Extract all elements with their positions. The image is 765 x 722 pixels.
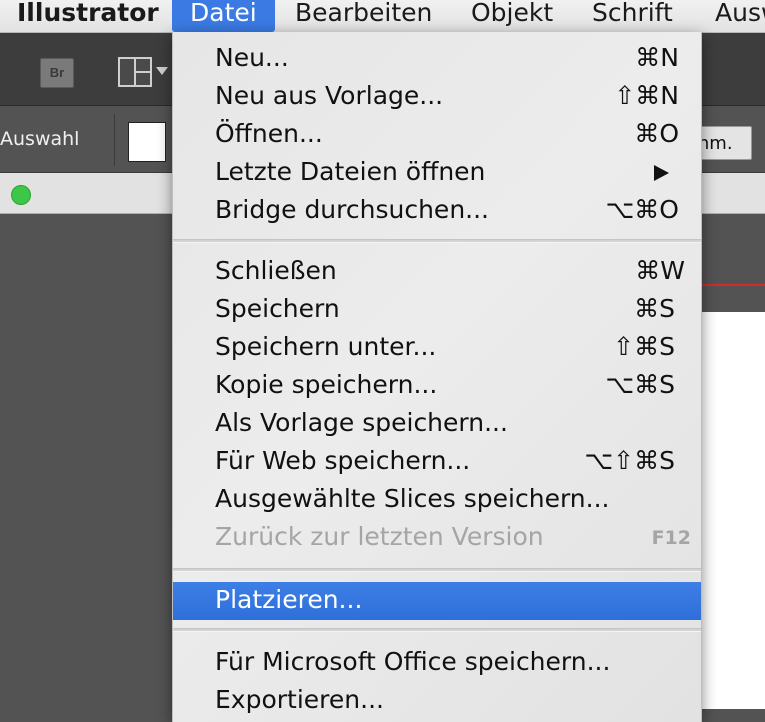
menu-item-label: Für Web speichern... — [215, 446, 471, 475]
divider — [114, 114, 115, 166]
menu-item-zurueck-letzte-version: Zurück zur letzten Version F12 — [173, 519, 701, 557]
menu-item-kopie-speichern[interactable]: Kopie speichern... ⌥⌘S — [173, 367, 701, 405]
menu-item-neu[interactable]: Neu... ⌘N — [173, 40, 701, 78]
menu-item-als-vorlage-speichern[interactable]: Als Vorlage speichern... — [173, 405, 701, 443]
menu-item-shortcut: ⌥⇧⌘S — [584, 446, 675, 475]
menu-bearbeiten[interactable]: Bearbeiten — [277, 0, 450, 32]
menu-item-schliessen[interactable]: Schließen ⌘W — [173, 253, 701, 291]
menu-item-oeffnen[interactable]: Öffnen... ⌘O — [173, 116, 701, 154]
arrange-documents-icon[interactable] — [118, 57, 152, 87]
menu-item-shortcut: ⇧⌘N — [614, 81, 679, 110]
menu-item-neu-aus-vorlage[interactable]: Neu aus Vorlage... ⇧⌘N — [173, 78, 701, 116]
menu-item-label: Zurück zur letzten Version — [215, 522, 544, 551]
menu-item-label: Neu aus Vorlage... — [215, 81, 444, 110]
menu-item-label: Platzieren... — [215, 585, 363, 614]
menu-item-speichern-unter[interactable]: Speichern unter... ⇧⌘S — [173, 329, 701, 367]
menu-item-label: Für Microsoft Office speichern... — [215, 647, 611, 676]
selection-label: Auswahl — [0, 128, 80, 150]
menu-item-shortcut: F12 — [651, 527, 691, 549]
menu-item-label: Ausgewählte Slices speichern... — [215, 484, 610, 513]
chevron-down-icon[interactable] — [156, 67, 168, 75]
menu-item-label: Schließen — [215, 256, 337, 285]
menu-item-shortcut: ⌘N — [635, 43, 679, 72]
menu-item-shortcut: ⌘W — [635, 256, 685, 285]
guide-line — [694, 284, 765, 286]
menu-item-platzieren[interactable]: Platzieren... — [173, 582, 701, 620]
menu-item-shortcut: ⇧⌘S — [613, 332, 675, 361]
menu-datei[interactable]: Datei — [172, 0, 275, 32]
menu-item-label: Exportieren... — [215, 685, 384, 714]
menu-item-microsoft-office-speichern[interactable]: Für Microsoft Office speichern... — [173, 644, 701, 682]
menu-item-slices-speichern[interactable]: Ausgewählte Slices speichern... — [173, 481, 701, 519]
menu-item-label: Speichern unter... — [215, 332, 437, 361]
menu-item-letzte-dateien[interactable]: Letzte Dateien öffnen — [173, 154, 701, 192]
menu-item-label: Kopie speichern... — [215, 370, 438, 399]
menu-item-label: Letzte Dateien öffnen — [215, 157, 486, 186]
menu-item-bridge-durchsuchen[interactable]: Bridge durchsuchen... ⌥⌘O — [173, 192, 701, 230]
menu-objekt[interactable]: Objekt — [453, 0, 571, 32]
bridge-icon[interactable]: Br — [40, 58, 74, 88]
zoom-window-button[interactable] — [11, 185, 31, 205]
menu-item-label: Öffnen... — [215, 119, 323, 148]
menu-item-shortcut: ⌘O — [634, 119, 679, 148]
menu-item-shortcut: ⌥⌘O — [605, 195, 680, 224]
menu-schrift[interactable]: Schrift — [574, 0, 691, 32]
menu-item-exportieren[interactable]: Exportieren... — [173, 682, 701, 720]
artboard[interactable] — [694, 312, 765, 709]
menu-item-label: Neu... — [215, 43, 289, 72]
menu-item-label: Als Vorlage speichern... — [215, 408, 508, 437]
submenu-arrow-icon — [654, 165, 669, 181]
app-menu-illustrator[interactable]: Illustrator — [0, 0, 177, 32]
menu-separator — [173, 568, 701, 572]
menu-separator — [173, 628, 701, 632]
file-menu-dropdown: Neu... ⌘N Neu aus Vorlage... ⇧⌘N Öffnen.… — [172, 32, 702, 722]
fill-color-swatch[interactable] — [128, 122, 166, 162]
menu-item-speichern[interactable]: Speichern ⌘S — [173, 291, 701, 329]
menu-item-label: Speichern — [215, 294, 340, 323]
menu-item-shortcut: ⌘S — [634, 294, 675, 323]
menu-separator — [173, 239, 701, 243]
menu-item-fuer-web-speichern[interactable]: Für Web speichern... ⌥⇧⌘S — [173, 443, 701, 481]
menu-item-label: Bridge durchsuchen... — [215, 195, 489, 224]
menubar: Illustrator Datei Bearbeiten Objekt Schr… — [0, 0, 765, 33]
menu-auswahl[interactable]: Ausw — [697, 0, 765, 32]
menu-item-shortcut: ⌥⌘S — [605, 370, 675, 399]
